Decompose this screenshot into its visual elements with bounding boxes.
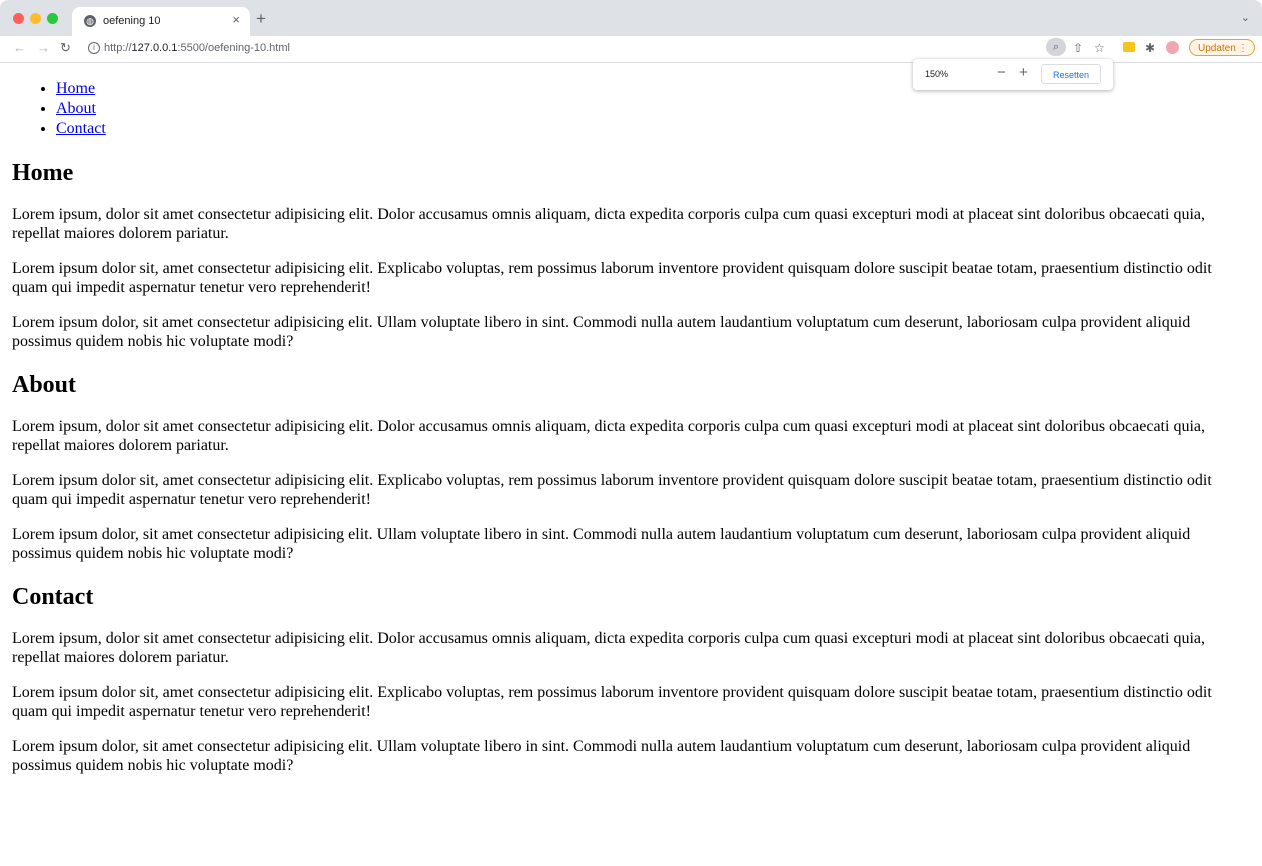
nav-item-about: About bbox=[56, 99, 1248, 119]
globe-icon: ◍ bbox=[84, 15, 96, 27]
minimize-window-button[interactable] bbox=[30, 13, 41, 24]
paragraph: Lorem ipsum dolor, sit amet consectetur … bbox=[12, 738, 1191, 774]
bookmark-star-icon[interactable]: ☆ bbox=[1094, 40, 1105, 56]
section-heading-about: About bbox=[12, 372, 77, 398]
forward-arrow-icon[interactable]: → bbox=[37, 40, 50, 56]
extension-icon[interactable] bbox=[1123, 42, 1135, 52]
tab-strip: ◍ oefening 10 × + ⌄ bbox=[0, 0, 1262, 36]
zoom-in-button[interactable]: + bbox=[1019, 65, 1028, 80]
reload-icon[interactable]: ↻ bbox=[60, 40, 71, 56]
paragraph: Lorem ipsum dolor sit, amet consectetur … bbox=[12, 684, 1212, 720]
paragraph: Lorem ipsum dolor, sit amet consectetur … bbox=[12, 526, 1191, 562]
nav-item-contact: Contact bbox=[56, 119, 1248, 139]
browser-window: ◍ oefening 10 × + ⌄ ← → ↻ i http://127.0… bbox=[0, 0, 1262, 866]
paragraph: Lorem ipsum, dolor sit amet consectetur … bbox=[12, 206, 1205, 242]
page-content: Home About Contact Home Lorem ipsum, dol… bbox=[12, 63, 1248, 775]
update-button[interactable]: Updaten ⋮ bbox=[1189, 39, 1255, 56]
nav-link-home[interactable]: Home bbox=[56, 80, 95, 97]
puzzle-icon[interactable]: ✱ bbox=[1145, 40, 1155, 56]
tab-search-icon[interactable]: ⌄ bbox=[1241, 11, 1250, 24]
zoom-popup: 150% − + Resetten bbox=[913, 59, 1113, 90]
browser-tab[interactable]: ◍ oefening 10 × bbox=[72, 7, 250, 36]
paragraph: Lorem ipsum dolor, sit amet consectetur … bbox=[12, 314, 1191, 350]
zoom-level: 150% bbox=[925, 69, 949, 79]
zoom-reset-button[interactable]: Resetten bbox=[1041, 64, 1101, 84]
nav-link-about[interactable]: About bbox=[56, 100, 96, 117]
zoom-out-button[interactable]: − bbox=[997, 65, 1006, 80]
paragraph: Lorem ipsum, dolor sit amet consectetur … bbox=[12, 418, 1205, 454]
paragraph: Lorem ipsum dolor sit, amet consectetur … bbox=[12, 260, 1212, 296]
url-text[interactable]: http://127.0.0.1:5500/oefening-10.html bbox=[104, 42, 290, 54]
close-window-button[interactable] bbox=[13, 13, 24, 24]
share-icon[interactable]: ⇧ bbox=[1073, 40, 1083, 56]
url-path: :5500/oefening-10.html bbox=[177, 42, 290, 54]
back-arrow-icon[interactable]: ← bbox=[13, 40, 26, 56]
paragraph: Lorem ipsum dolor sit, amet consectetur … bbox=[12, 472, 1212, 508]
info-icon[interactable]: i bbox=[88, 42, 100, 54]
nav-link-contact[interactable]: Contact bbox=[56, 120, 106, 137]
section-heading-contact: Contact bbox=[12, 584, 94, 610]
zoom-icon[interactable]: ⌕ bbox=[1046, 38, 1066, 56]
more-menu-icon: ⋮ bbox=[1238, 43, 1248, 54]
url-scheme: http:// bbox=[104, 42, 132, 54]
tab-close-icon[interactable]: × bbox=[232, 12, 240, 27]
paragraph: Lorem ipsum, dolor sit amet consectetur … bbox=[12, 630, 1205, 666]
url-host: 127.0.0.1 bbox=[131, 42, 178, 54]
section-heading-home: Home bbox=[12, 160, 74, 186]
update-label: Updaten bbox=[1198, 43, 1236, 54]
tab-title: oefening 10 bbox=[103, 15, 161, 27]
profile-avatar[interactable] bbox=[1166, 41, 1179, 54]
address-bar[interactable]: i http://127.0.0.1:5500/oefening-10.html bbox=[82, 39, 1262, 59]
new-tab-button[interactable]: + bbox=[256, 10, 266, 27]
maximize-window-button[interactable] bbox=[47, 13, 58, 24]
